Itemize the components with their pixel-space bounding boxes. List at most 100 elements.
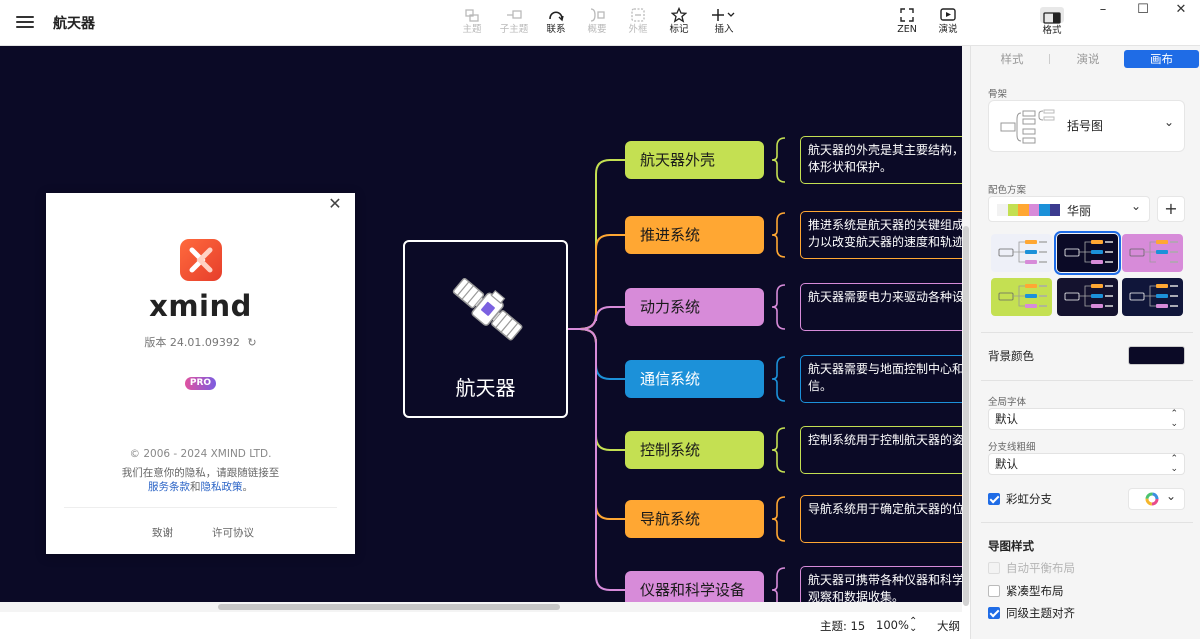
relationship-button[interactable]: 联系 [534,6,578,42]
rainbow-branch-checkbox[interactable] [988,493,1000,505]
vertical-scrollbar[interactable] [962,46,970,606]
format-panel-toggle[interactable]: 格式 [1028,6,1076,42]
zoom-level[interactable]: 100% [876,618,909,632]
branch-note[interactable]: 控制系统用于控制航天器的姿 [800,426,962,474]
about-divider [64,507,337,508]
close-window-button[interactable]: ✕ [1160,0,1200,22]
theme-thumbnail[interactable] [991,234,1052,272]
tab-style[interactable]: 样式 [981,50,1043,68]
outline-button[interactable]: 大纲 [937,618,960,634]
branch-topic[interactable]: 仪器和科学设备 [625,571,764,602]
rainbow-color-select[interactable]: ⌄ [1128,488,1185,510]
branch-note[interactable]: 推进系统是航天器的关键组成 力以改变航天器的速度和轨迹 [800,211,962,259]
terms-of-service-link[interactable]: 服务条款 [148,481,190,493]
compact-layout-label: 紧凑型布局 [1006,584,1064,598]
color-wheel-icon [1145,492,1159,506]
theme-thumbnail[interactable] [1054,231,1121,275]
note-line: 信。 [808,379,833,393]
central-topic-label: 航天器 [455,376,516,400]
relationship-icon [549,11,564,22]
xmind-logo [180,239,222,281]
summary-button[interactable]: 概要 [575,6,619,42]
background-color-swatch[interactable] [1128,346,1185,365]
maximize-button[interactable]: ☐ [1122,0,1164,22]
pro-badge: PRO [185,377,216,390]
play-icon [940,8,956,21]
compact-layout-checkbox[interactable] [988,585,1000,597]
mind-map-canvas[interactable]: 航天器 航天器外壳 航天器的外壳是其主要结构， 体形状和保护。 推进系统 推进系统是航天… [0,46,962,602]
satellite-icon [452,277,523,341]
branch-line [579,159,625,330]
boundary-button[interactable]: 外框 [616,6,660,42]
theme-thumbnail[interactable] [991,278,1052,316]
tab-canvas[interactable]: 画布 [1124,50,1199,68]
theme-thumbnail[interactable] [1057,278,1118,316]
boundary-icon [631,8,645,22]
about-privacy-text: 我们在意你的隐私，请跟随链接至 服务条款和隐私政策。 [121,467,280,493]
global-font-select[interactable]: 默认 ⌃ ⌄ [988,408,1185,430]
branch-topic[interactable]: 动力系统 [625,288,764,326]
menu-icon[interactable] [15,13,35,33]
horizontal-scroll-thumb[interactable] [218,604,560,610]
close-icon[interactable]: ✕ [327,196,343,212]
zoom-stepper-icon[interactable]: ⌃ ⌄ [909,617,917,634]
theme-thumbnail[interactable] [1122,234,1183,272]
subtopic-button[interactable]: 子主题 [492,6,536,42]
branch-topic[interactable]: 控制系统 [625,431,764,469]
branch-topic[interactable]: 导航系统 [625,500,764,538]
note-bracket [771,427,786,473]
branch-note[interactable]: 导航系统用于确定航天器的位 [800,495,962,543]
bracket-map-icon [1000,109,1055,144]
marker-button[interactable]: 标记 [657,6,701,42]
tab-pitch[interactable]: 演说 [1057,50,1119,68]
branch-topic[interactable]: 推进系统 [625,216,764,254]
branch-width-select[interactable]: 默认 ⌃ ⌄ [988,453,1185,475]
vertical-scroll-thumb[interactable] [963,226,969,606]
topic-button[interactable]: 主题 [450,6,494,42]
color-theme-value: 华丽 [1067,204,1092,218]
theme-thumbnail[interactable] [1122,278,1183,316]
minimize-button[interactable]: – [1082,0,1124,22]
license-link[interactable]: 许可协议 [212,525,254,540]
note-line: 导航系统用于确定航天器的位 [808,502,962,516]
palette-swatch [997,204,1008,216]
branch-note[interactable]: 航天器需要与地面控制中心和 信。 [800,355,962,403]
insert-button[interactable]: 插入 [702,6,746,42]
palette-swatch [1018,204,1029,216]
subtopic-icon [507,10,522,19]
privacy-policy-link[interactable]: 隐私政策 [201,481,243,493]
about-copyright: © 2006 - 2024 XMIND LTD. [129,448,272,460]
fullscreen-icon [900,8,914,22]
align-siblings-label: 同级主题对齐 [1006,606,1075,620]
auto-balance-checkbox[interactable] [988,562,1000,574]
branch-topic[interactable]: 通信系统 [625,360,764,398]
note-line: 航天器需要与地面控制中心和 [808,362,962,376]
add-theme-button[interactable]: + [1157,196,1185,222]
pitch-button[interactable]: 演说 [926,6,970,42]
branch-note[interactable]: 航天器的外壳是其主要结构， 体形状和保护。 [800,136,962,184]
branch-note[interactable]: 航天器需要电力来驱动各种设 [800,283,962,331]
document-title: 航天器 [53,16,95,32]
summary-icon [590,8,605,22]
note-line: 推进系统是航天器的关键组成 [808,218,962,232]
about-wordmark: xmind [149,289,252,323]
zen-button[interactable]: ZEN [885,6,929,42]
branch-topic[interactable]: 航天器外壳 [625,141,764,179]
refresh-icon[interactable]: ↻ [247,336,256,349]
align-siblings-checkbox[interactable] [988,607,1000,619]
palette-swatch [1007,204,1018,216]
skeleton-selector[interactable]: 括号图 ⌄ [988,100,1185,152]
branch-note[interactable]: 航天器可携带各种仪器和科学 观察和数据收集。 [800,566,962,602]
plus-dropdown-icon [712,9,735,21]
acknowledgements-link[interactable]: 致谢 [152,525,173,540]
updown-icon: ⌃ ⌄ [1170,409,1178,429]
horizontal-scrollbar[interactable] [0,602,962,612]
topic-icon [465,9,479,22]
note-bracket [771,212,786,258]
central-topic[interactable]: 航天器 [403,240,568,418]
branch-width-label: 分支线粗细 [988,442,1036,453]
auto-balance-label: 自动平衡布局 [1006,561,1075,575]
note-line: 体形状和保护。 [808,160,893,174]
color-theme-select[interactable]: 华丽 ⌄ [988,196,1150,222]
note-bracket [771,356,786,402]
